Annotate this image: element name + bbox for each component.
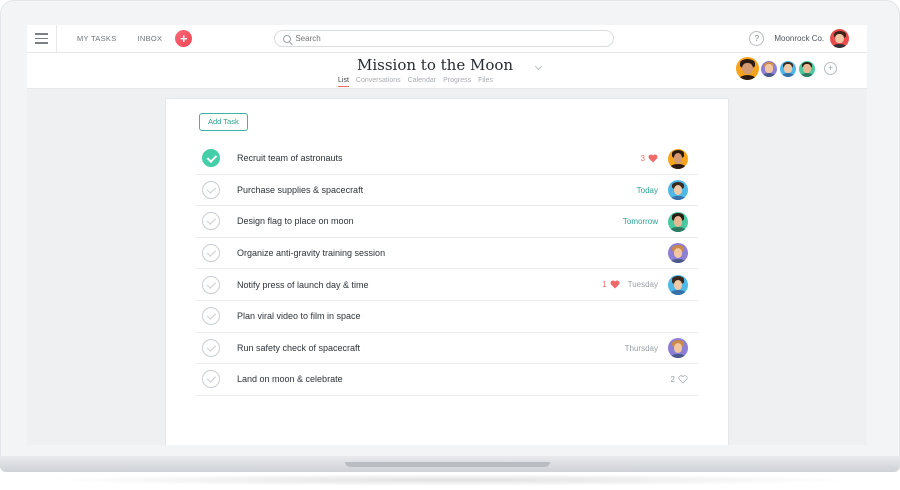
tab-files[interactable]: Files [478, 77, 493, 87]
task-list: Recruit team of astronauts 3 Purchase su… [196, 143, 698, 396]
task-meta [658, 238, 688, 269]
member-avatar[interactable] [780, 60, 796, 77]
project-title[interactable]: Mission to the Moon [357, 56, 513, 74]
nav-inbox[interactable]: INBOX [138, 34, 163, 43]
task-name[interactable]: Plan viral video to film in space [237, 311, 361, 321]
member-avatar[interactable] [761, 60, 777, 77]
organization-name[interactable]: Moonrock Co. [774, 34, 824, 43]
task-complete-checkbox[interactable] [202, 275, 220, 294]
task-row[interactable]: Plan viral video to film in space [196, 301, 698, 333]
task-name[interactable]: Organize anti-gravity training session [237, 248, 385, 258]
due-date[interactable]: Today [637, 186, 658, 195]
task-row[interactable]: Organize anti-gravity training session [196, 238, 698, 270]
heart-outline-icon[interactable] [678, 375, 688, 384]
search-input[interactable] [295, 34, 596, 43]
likes[interactable]: 3 [641, 154, 658, 163]
likes[interactable]: 1 [602, 280, 620, 290]
assignee-avatar[interactable] [668, 211, 688, 232]
task-row[interactable]: Run safety check of spacecraft Thursday [196, 333, 698, 365]
member-avatar[interactable] [799, 60, 815, 77]
task-meta: 2 [671, 364, 688, 395]
help-button[interactable]: ? [749, 31, 765, 46]
task-name[interactable]: Land on moon & celebrate [237, 374, 343, 384]
task-row[interactable]: Purchase supplies & spacecraft Today [196, 175, 698, 207]
nav-my-tasks[interactable]: MY TASKS [77, 34, 117, 43]
task-list-panel: Add Task Recruit team of astronauts 3 Pu… [165, 98, 729, 445]
task-complete-checkbox[interactable] [202, 244, 220, 263]
heart-filled-icon[interactable] [610, 280, 620, 289]
tab-conversations[interactable]: Conversations [356, 77, 401, 87]
heart-filled-icon[interactable] [648, 154, 658, 163]
task-row[interactable]: Design flag to place on moon Tomorrow [196, 206, 698, 238]
task-complete-checkbox[interactable] [202, 212, 220, 231]
task-name[interactable]: Design flag to place on moon [237, 216, 354, 226]
member-avatar[interactable] [736, 57, 759, 80]
tab-calendar[interactable]: Calendar [408, 77, 436, 87]
plus-icon: + [180, 31, 188, 46]
project-members: + [736, 57, 837, 80]
hamburger-menu-icon[interactable] [27, 25, 57, 53]
task-meta: Thursday [617, 333, 688, 364]
task-row[interactable]: Notify press of launch day & time 1 Tues… [196, 269, 698, 301]
due-date[interactable]: Tuesday [628, 280, 658, 289]
tab-list[interactable]: List [338, 77, 349, 87]
task-complete-checkbox[interactable] [202, 149, 220, 168]
due-date[interactable]: Tomorrow [623, 217, 658, 226]
like-count: 3 [640, 154, 645, 163]
task-complete-checkbox[interactable] [202, 307, 220, 326]
assignee-avatar[interactable] [668, 338, 688, 359]
task-name[interactable]: Run safety check of spacecraft [237, 343, 360, 353]
user-avatar[interactable] [830, 29, 850, 48]
task-complete-checkbox[interactable] [202, 338, 220, 357]
project-tabs: List Conversations Calendar Progress Fil… [338, 77, 493, 87]
task-meta: 1 Tuesday [602, 269, 688, 300]
task-meta: 3 [641, 143, 688, 174]
task-complete-checkbox[interactable] [202, 180, 220, 199]
like-count: 1 [602, 280, 607, 290]
like-count: 2 [670, 375, 675, 385]
likes[interactable]: 2 [671, 375, 688, 384]
task-row[interactable]: Recruit team of astronauts 3 [196, 143, 698, 175]
add-member-button[interactable]: + [824, 62, 837, 75]
add-task-button[interactable]: Add Task [199, 113, 248, 131]
due-date[interactable]: Thursday [625, 344, 658, 353]
assignee-avatar[interactable] [668, 243, 688, 264]
search-icon [283, 34, 292, 43]
task-name[interactable]: Recruit team of astronauts [237, 153, 343, 163]
laptop-shadow [40, 474, 860, 486]
assignee-avatar[interactable] [668, 274, 688, 295]
laptop-notch [345, 462, 550, 467]
task-meta: Tomorrow [615, 206, 688, 237]
chevron-down-icon[interactable] [534, 62, 543, 71]
assignee-avatar[interactable] [668, 148, 688, 169]
project-header: Mission to the Moon List Conversations C… [27, 53, 867, 89]
task-meta: Today [629, 175, 688, 206]
task-complete-checkbox[interactable] [202, 370, 220, 389]
assignee-avatar[interactable] [668, 180, 688, 201]
task-row[interactable]: Land on moon & celebrate 2 [196, 364, 698, 396]
task-name[interactable]: Notify press of launch day & time [237, 280, 369, 290]
search-bar[interactable] [274, 30, 615, 47]
quick-add-button[interactable]: + [175, 30, 193, 47]
app-screen: MY TASKS INBOX + ? Moonrock Co. Mission … [27, 25, 867, 445]
task-name[interactable]: Purchase supplies & spacecraft [237, 185, 363, 195]
tab-progress[interactable]: Progress [443, 77, 471, 87]
top-bar: MY TASKS INBOX + ? Moonrock Co. [27, 25, 867, 53]
